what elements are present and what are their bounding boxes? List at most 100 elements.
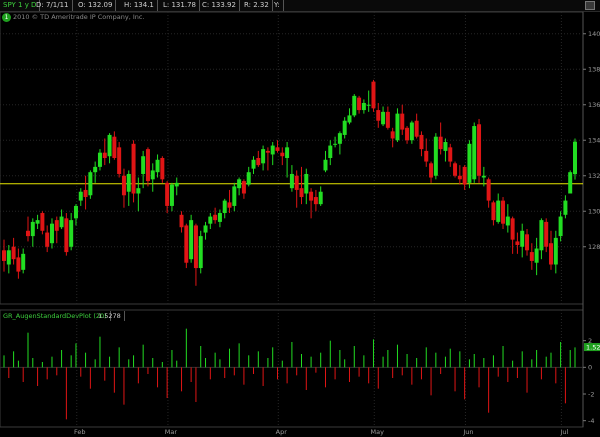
candle-body[interactable] (69, 220, 74, 247)
candle-body[interactable] (232, 186, 237, 206)
candle-body[interactable] (448, 147, 453, 162)
candle-body[interactable] (11, 246, 16, 260)
candle-body[interactable] (371, 81, 376, 109)
candle-body[interactable] (323, 159, 328, 171)
candle-body[interactable] (424, 150, 429, 162)
candle-body[interactable] (160, 158, 165, 180)
candle-body[interactable] (313, 197, 318, 205)
candle-body[interactable] (131, 143, 136, 194)
candle-body[interactable] (515, 241, 520, 245)
candle-body[interactable] (453, 163, 458, 176)
candle-body[interactable] (217, 213, 222, 222)
candle-body[interactable] (256, 158, 261, 166)
candle-body[interactable] (429, 163, 434, 178)
candle-body[interactable] (414, 120, 419, 137)
candle-body[interactable] (246, 172, 251, 185)
candle-body[interactable] (462, 166, 467, 185)
candle-body[interactable] (203, 225, 208, 233)
candle-body[interactable] (150, 170, 155, 180)
price-chart[interactable]: Feb Mar Apr May Jun Jul 128 130 132 134 136 138 140 -… (0, 0, 600, 437)
candle-body[interactable] (280, 152, 285, 157)
candle-body[interactable] (525, 234, 530, 251)
candle-body[interactable] (390, 131, 395, 139)
candle-body[interactable] (563, 200, 568, 215)
candle-body[interactable] (443, 142, 448, 151)
candle-body[interactable] (376, 110, 381, 121)
candle-body[interactable] (544, 221, 549, 247)
candle-body[interactable] (347, 115, 352, 123)
candle-body[interactable] (184, 225, 189, 263)
candle-body[interactable] (337, 133, 342, 144)
candle-body[interactable] (342, 120, 347, 135)
candle-body[interactable] (141, 156, 146, 174)
candle-body[interactable] (189, 220, 194, 260)
candle-body[interactable] (265, 150, 270, 153)
candle-body[interactable] (285, 147, 290, 158)
candle-body[interactable] (481, 175, 486, 178)
candle-body[interactable] (275, 147, 280, 151)
candle-body[interactable] (472, 126, 477, 180)
candle-body[interactable] (237, 179, 242, 189)
candle-body[interactable] (558, 216, 563, 237)
candle-body[interactable] (251, 159, 256, 169)
candle-body[interactable] (496, 200, 501, 222)
candle-body[interactable] (457, 175, 462, 180)
candle-body[interactable] (30, 221, 35, 237)
candle-body[interactable] (2, 250, 6, 261)
candle-body[interactable] (145, 149, 150, 182)
candle-body[interactable] (501, 200, 506, 224)
candle-body[interactable] (419, 134, 424, 150)
candle-body[interactable] (40, 213, 45, 231)
candle-body[interactable] (395, 113, 400, 141)
candle-body[interactable] (366, 104, 371, 106)
candle-body[interactable] (227, 202, 232, 208)
candle-body[interactable] (49, 223, 54, 244)
candle-body[interactable] (165, 182, 170, 206)
candle-body[interactable] (318, 191, 323, 205)
candle-body[interactable] (438, 136, 443, 150)
candle-body[interactable] (112, 136, 117, 158)
candle-body[interactable] (568, 172, 573, 194)
candle-body[interactable] (16, 257, 21, 272)
candle-body[interactable] (97, 152, 102, 167)
candle-body[interactable] (549, 243, 554, 265)
candle-body[interactable] (208, 216, 213, 224)
candle-body[interactable] (241, 181, 246, 194)
candle-body[interactable] (539, 220, 544, 251)
candle-body[interactable] (477, 124, 482, 176)
candle-body[interactable] (73, 205, 78, 219)
candle-body[interactable] (486, 179, 491, 201)
candle-body[interactable] (136, 188, 141, 194)
candle-body[interactable] (491, 202, 496, 221)
candle-body[interactable] (534, 248, 539, 263)
candle-body[interactable] (505, 216, 510, 226)
candle-body[interactable] (78, 191, 83, 201)
candle-body[interactable] (361, 102, 366, 111)
candle-body[interactable] (289, 173, 294, 189)
candle-body[interactable] (107, 134, 112, 157)
candle-body[interactable] (304, 173, 309, 194)
candle-body[interactable] (174, 182, 179, 187)
candle-body[interactable] (54, 220, 59, 231)
candle-body[interactable] (409, 122, 414, 141)
candle-body[interactable] (25, 230, 30, 237)
candle-body[interactable] (102, 152, 107, 158)
candle-body[interactable] (573, 141, 577, 175)
candle-body[interactable] (270, 145, 275, 155)
candle-body[interactable] (328, 145, 333, 158)
candle-body[interactable] (520, 230, 525, 247)
candle-body[interactable] (6, 250, 11, 265)
candle-body[interactable] (385, 111, 390, 128)
candle-body[interactable] (93, 166, 98, 173)
candle-body[interactable] (179, 214, 184, 228)
candle-body[interactable] (117, 147, 122, 174)
candle-body[interactable] (126, 173, 131, 192)
candle-body[interactable] (333, 143, 338, 145)
candle-body[interactable] (35, 220, 40, 224)
candle-body[interactable] (21, 253, 26, 270)
candle-body[interactable] (59, 216, 64, 228)
candle-body[interactable] (169, 184, 174, 206)
candle-body[interactable] (553, 237, 558, 265)
candle-body[interactable] (64, 218, 69, 253)
candle-body[interactable] (261, 149, 266, 164)
